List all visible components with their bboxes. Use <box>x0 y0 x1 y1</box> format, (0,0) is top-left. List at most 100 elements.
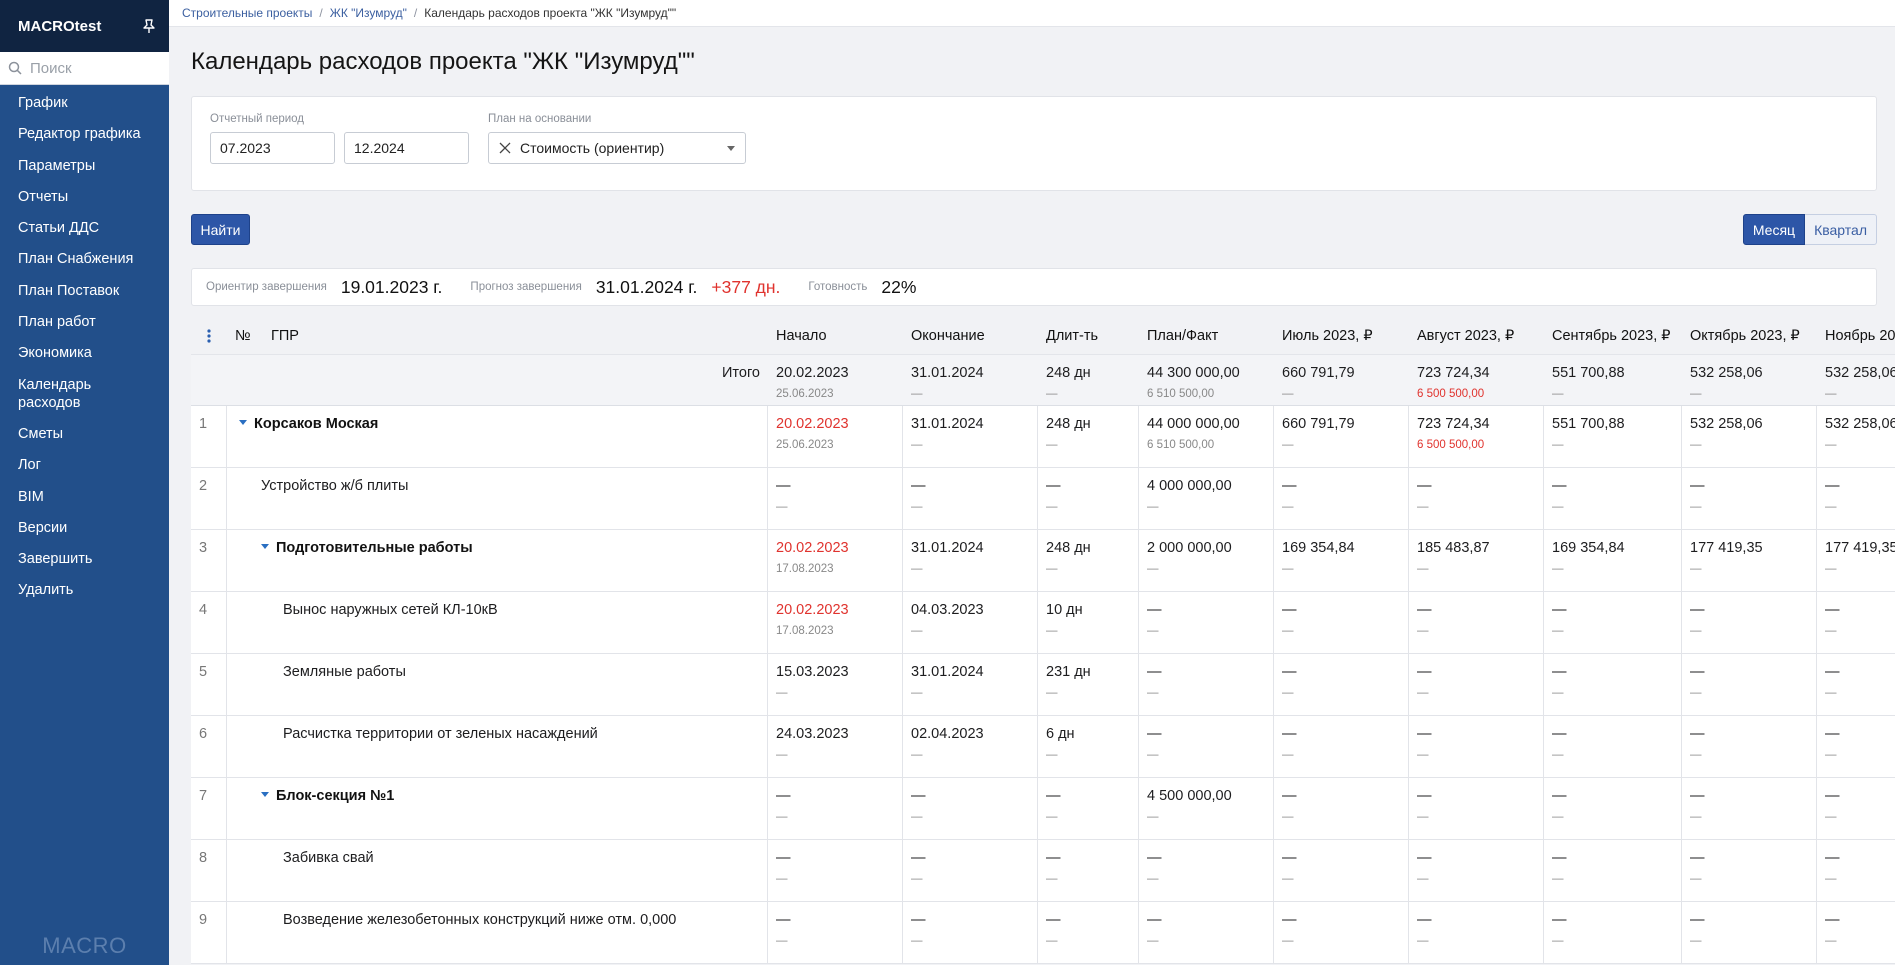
month-cell: — — <box>1274 778 1409 839</box>
plan-basis-select[interactable]: Стоимость (ориентир) <box>488 132 746 164</box>
month-fact: 6 500 500,00 <box>1417 439 1485 451</box>
breadcrumb-link-project[interactable]: ЖК "Изумруд" <box>330 6 407 20</box>
end-cell: — — <box>903 778 1038 839</box>
column-menu[interactable] <box>191 318 227 354</box>
sidebar-item-log[interactable]: Лог <box>0 456 169 474</box>
view-month-button[interactable]: Месяц <box>1742 214 1806 245</box>
month-fact: — <box>1552 439 1564 451</box>
target-completion-label: Ориентир завершения <box>206 281 327 293</box>
month-fact: — <box>1552 873 1564 885</box>
table-row[interactable]: 8 Забивка свай — — — — — — — — — — — — — — — — — — <box>191 840 1895 902</box>
month-cell: — — <box>1817 716 1895 777</box>
duration-cell: — — <box>1038 468 1139 529</box>
total-planfact: 44 300 000,00 6 510 500,00 <box>1139 355 1274 405</box>
start-secondary: — <box>776 935 788 947</box>
sidebar-item-schedule-editor[interactable]: Редактор графика <box>0 125 169 143</box>
start-value: 24.03.2023 <box>776 726 849 742</box>
total-month-plan: 660 791,79 <box>1282 365 1355 381</box>
month-fact: — <box>1417 501 1429 513</box>
month-fact: — <box>1690 563 1702 575</box>
start-cell: — — <box>768 468 903 529</box>
sidebar-item-expense-calendar[interactable]: Календарь расходов <box>0 376 146 412</box>
month-fact: — <box>1417 811 1429 823</box>
period-from-field[interactable]: 07.2023 <box>210 132 335 164</box>
start-value: 20.02.2023 <box>776 416 849 432</box>
sidebar-item-schedule[interactable]: График <box>0 94 169 112</box>
table-row[interactable]: 5 Земляные работы 15.03.2023—31.01.2024—23… <box>191 654 1895 716</box>
find-button[interactable]: Найти <box>191 214 250 245</box>
month-plan: — <box>1282 478 1297 494</box>
end-cell: 02.04.2023 — <box>903 716 1038 777</box>
sidebar-item-reports[interactable]: Отчеты <box>0 188 169 206</box>
table-row[interactable]: 3 Подготовительные работы 20.02.2023 17.08.… <box>191 530 1895 592</box>
kebab-menu-icon[interactable] <box>207 329 211 343</box>
view-quarter-button[interactable]: Квартал <box>1805 214 1877 245</box>
breadcrumb-link-projects[interactable]: Строительные проекты <box>182 6 312 20</box>
month-fact: — <box>1552 811 1564 823</box>
sidebar-item-delivery-plan[interactable]: План Поставок <box>0 282 169 300</box>
month-plan: — <box>1690 788 1705 804</box>
start-secondary: — <box>776 749 788 761</box>
duration-value: 6 дн <box>1046 726 1075 742</box>
task-name: Подготовительные работы <box>276 540 473 556</box>
plan-value: 2 000 000,00 <box>1147 540 1232 556</box>
sidebar-item-versions[interactable]: Версии <box>0 519 169 537</box>
start-cell: 20.02.2023 17.08.2023 <box>768 592 903 653</box>
table-row[interactable]: 4 Вынос наружных сетей КЛ-10кВ 20.02.2023 1… <box>191 592 1895 654</box>
sidebar-item-cashflow-items[interactable]: Статьи ДДС <box>0 219 169 237</box>
duration-secondary: — <box>1046 873 1058 885</box>
table-row[interactable]: 6 Расчистка территории от зеленых насажде… <box>191 716 1895 778</box>
month-cell: — — <box>1817 902 1895 963</box>
end-cell: 31.01.2024 — <box>903 654 1038 715</box>
period-to-field[interactable]: 12.2024 <box>344 132 469 164</box>
month-fact: — <box>1690 501 1702 513</box>
plan-value: — <box>1147 726 1162 742</box>
month-plan: — <box>1825 726 1840 742</box>
table-row[interactable]: 2 Устройство ж/б плиты — — — — — —4 000 000,00—… <box>191 468 1895 530</box>
month-plan: 169 354,84 <box>1552 540 1625 556</box>
header-planfact: План/Факт <box>1147 328 1219 344</box>
table-row[interactable]: 7 Блок-секция №1— — — — — —4 500 000,00— — — — — — —… <box>191 778 1895 840</box>
task-name: Блок-секция №1 <box>276 788 395 804</box>
sidebar-item-bim[interactable]: BIM <box>0 488 169 506</box>
month-fact: — <box>1825 439 1837 451</box>
sidebar-item-supply-plan[interactable]: План Снабжения <box>0 250 169 268</box>
search-icon <box>8 61 22 75</box>
start-cell: — — <box>768 840 903 901</box>
row-number: 2 <box>191 468 227 529</box>
header-month-2: Август 2023, ₽ <box>1417 328 1515 344</box>
plan-secondary: — <box>1147 563 1159 575</box>
total-month-fact: 6 500 500,00 <box>1417 388 1485 400</box>
duration-value: — <box>1046 478 1061 494</box>
plan-value: — <box>1147 602 1162 618</box>
month-plan: — <box>1282 664 1297 680</box>
sidebar-item-estimates[interactable]: Сметы <box>0 425 169 443</box>
total-start: 20.02.2023 25.06.2023 <box>768 355 903 405</box>
table-row[interactable]: 1 Корсаков Моская 20.02.2023 25.06.2023 31.0… <box>191 406 1895 468</box>
sidebar-item-economics[interactable]: Экономика <box>0 344 169 362</box>
search-input[interactable] <box>28 58 162 78</box>
month-cell: — — <box>1409 592 1544 653</box>
start-secondary: 25.06.2023 <box>776 439 834 451</box>
sidebar-item-parameters[interactable]: Параметры <box>0 157 169 175</box>
sidebar-item-work-plan[interactable]: План работ <box>0 313 169 331</box>
clear-icon[interactable] <box>498 141 512 155</box>
expand-caret-icon[interactable] <box>261 544 269 549</box>
expand-caret-icon[interactable] <box>261 792 269 797</box>
month-plan: — <box>1825 602 1840 618</box>
end-value: 04.03.2023 <box>911 602 984 618</box>
month-plan: — <box>1552 478 1567 494</box>
total-month-4: 532 258,06 — <box>1682 355 1817 405</box>
sidebar-item-delete[interactable]: Удалить <box>0 581 169 599</box>
expand-caret-icon[interactable] <box>239 420 247 425</box>
duration-value: — <box>1046 788 1061 804</box>
plan-cell: — — <box>1139 902 1274 963</box>
end-cell: — — <box>903 840 1038 901</box>
month-cell: 532 258,06 — <box>1817 406 1895 467</box>
table-row[interactable]: 9 Возведение железобетонных конструкций н… <box>191 902 1895 964</box>
breadcrumb-separator: / <box>319 6 323 20</box>
total-label: Итого <box>722 365 760 381</box>
month-cell: — — <box>1682 592 1817 653</box>
sidebar-item-complete[interactable]: Завершить <box>0 550 169 568</box>
pin-icon[interactable] <box>141 18 157 34</box>
